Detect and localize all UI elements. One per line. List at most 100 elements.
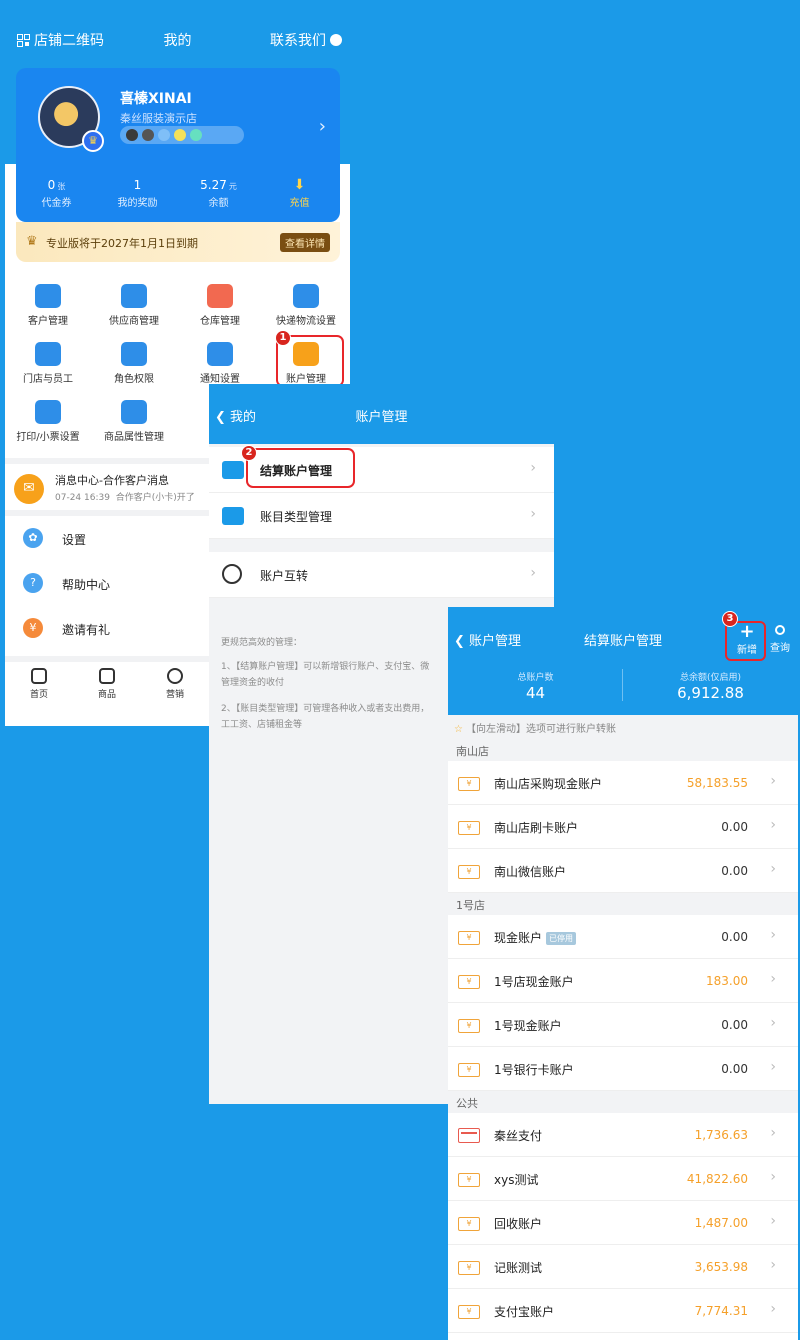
transfer-group: 账户互转 › [209,552,554,598]
contact-us-button[interactable]: 联系我们 [270,30,342,50]
account-row[interactable]: ¥1号店现金账户 183.00 › [448,959,798,1003]
feature-icon [35,342,61,366]
account-row[interactable]: ¥1号现金账户 0.00 › [448,1003,798,1047]
account-name-wrap: 秦丝支付 [494,1127,542,1144]
tab-home[interactable]: 首页 [5,662,73,726]
chevron-right-icon: › [770,1059,776,1075]
menu-item-label: 设置 [62,533,87,547]
account-row[interactable]: ¥ 南山微信账户 0.00 › [448,849,798,893]
ledger-type-item[interactable]: 账目类型管理 › [209,493,554,539]
search-label: 查询 [770,643,790,654]
feature-icon [121,342,147,366]
account-balance: 0.00 [721,820,748,834]
grid-item[interactable]: 角色权限 [91,342,177,385]
grid-item-label: 客户管理 [28,316,68,327]
section-header: 南山店 [448,739,798,761]
swipe-tip: ☆ 【向左滑动】选项可进行账户转账 [448,715,798,739]
grid-item[interactable]: 仓库管理 [177,284,263,327]
search-button[interactable]: 查询 [766,623,794,654]
grid-item[interactable]: 门店与员工 [5,342,91,385]
grid-item[interactable]: 客户管理 [5,284,91,327]
yen-icon: ¥ [458,975,480,989]
section-header: 1号店 [448,893,798,915]
stat-value: 0 [47,178,56,192]
wallet-icon [222,507,244,525]
account-row[interactable]: ¥1号银行卡账户 0.00 › [448,1047,798,1091]
note-line: 2、【账目类型管理】可管理各种收入或者支出费用， [221,704,430,714]
chevron-right-icon: › [770,1169,776,1185]
yen-icon: ¥ [458,1261,480,1275]
chevron-right-icon[interactable]: › [319,116,326,137]
note-line: 工工资、店铺租金等 [221,720,303,730]
step-highlight [725,621,766,661]
total-balance-value: 6,912.88 [677,684,744,702]
user-card[interactable]: ♛ 喜榛XINAI 秦丝服装演示店 › 0张 代金券 1 我的奖励 5.27 元 … [16,68,340,222]
menu-item-label: 邀请有礼 [62,623,111,637]
stat-vouchers[interactable]: 0张 代金券 [16,178,97,209]
account-name-wrap: 记账测试 [494,1259,542,1276]
account-row[interactable]: ¥ 记账测试 3,653.98 › [448,1245,798,1289]
account-name-wrap: 支付宝账户 [494,1303,554,1320]
note-line: 1、【结算账户管理】可以新增银行账户、支付宝、微 [221,662,430,672]
grid-item[interactable]: 供应商管理 [91,284,177,327]
grid-item-label: 打印/小票设置 [16,432,80,443]
account-name: 南山店采购现金账户 [494,777,603,791]
account-name: 支付宝账户 [494,1305,555,1319]
back-button[interactable]: ❮ 我的 [215,406,256,425]
feature-icon [121,400,147,424]
account-row[interactable]: ¥ 回收账户 1,487.00 › [448,1201,798,1245]
total-accounts: 总账户数 44 [448,670,623,702]
grid-item[interactable]: 快递物流设置 [263,284,349,327]
account-row[interactable]: ¥ 支付宝账户 7,774.31 › [448,1289,798,1333]
section-header: 公共 [448,1091,798,1113]
account-name-wrap: 1号现金账户 [494,1017,562,1034]
exchange-icon [222,564,242,584]
contact-us-label: 联系我们 [270,33,326,49]
chevron-right-icon: › [770,773,776,789]
account-balance: 1,487.00 [694,1216,748,1230]
yen-icon: ¥ [458,1173,480,1187]
account-row[interactable]: ¥ 南山店采购现金账户 58,183.55 › [448,761,798,805]
grid-item[interactable]: 商品属性管理 [91,400,177,443]
account-name-wrap: 南山店采购现金账户 [494,775,602,792]
account-row[interactable]: ¥ xys测试 41,822.60 › [448,1157,798,1201]
account-name: 现金账户 [494,931,543,945]
account-row[interactable]: ¥ 现金账户 已停用 0.00 › [448,915,798,959]
account-balance: 183.00 [706,974,748,988]
chevron-right-icon: › [770,971,776,987]
yen-icon: ¥ [458,1019,480,1033]
account-balance: 0.00 [721,930,748,944]
shop-qrcode-button[interactable]: 店铺二维码 [17,30,104,50]
stat-unit: 张 [57,182,66,191]
grid-item[interactable]: 通知设置 [177,342,263,385]
step-badge: 3 [722,611,738,627]
feature-icon [293,284,319,308]
recharge-icon: ⬇ [293,177,306,193]
account-name-wrap: 回收账户 [494,1215,542,1232]
grid-item[interactable]: 打印/小票设置 [5,400,91,443]
stat-rewards[interactable]: 1 我的奖励 [97,178,178,209]
chevron-right-icon: › [770,861,776,877]
item-label: 账目类型管理 [260,510,333,524]
chevron-right-icon: › [770,1125,776,1141]
total-accounts-label: 总账户数 [517,673,554,683]
stat-balance[interactable]: 5.27 元 余额 [178,178,259,209]
yen-icon: ¥ [458,777,480,791]
tab-marketing[interactable]: 营销 [141,662,209,726]
tab-goods[interactable]: 商品 [73,662,141,726]
feature-icon [207,284,233,308]
yen-icon: ¥ [458,1217,480,1231]
note-line: 管理资金的收付 [221,678,285,688]
grid-item-label: 仓库管理 [200,316,240,327]
recharge-button[interactable]: ⬇ 充值 [259,178,340,209]
account-transfer-item[interactable]: 账户互转 › [209,552,554,598]
yen-icon: ¥ [458,865,480,879]
view-details-button[interactable]: 查看详情 [280,233,330,252]
back-button[interactable]: ❮ 账户管理 [454,630,521,649]
yen-icon: ¥ [458,931,480,945]
account-name: 南山店刷卡账户 [494,821,579,835]
account-row[interactable]: ¥ 南山店刷卡账户 0.00 › [448,805,798,849]
account-row[interactable]: 秦丝支付 1,736.63 › [448,1113,798,1157]
step-badge: 2 [241,445,257,461]
account-name: 记账测试 [494,1261,543,1275]
